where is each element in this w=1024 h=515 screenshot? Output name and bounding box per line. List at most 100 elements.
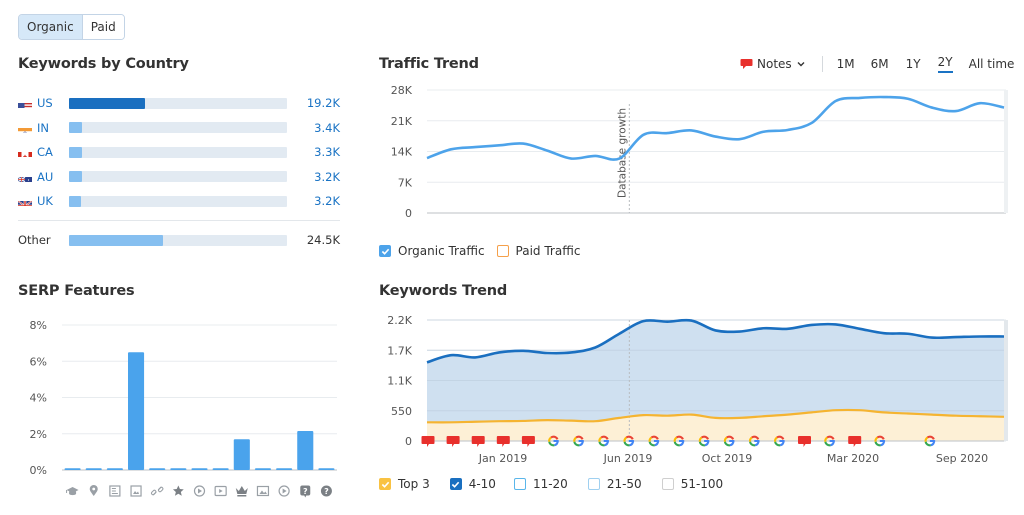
google-update-marker-icon[interactable]: [548, 435, 559, 447]
country-row-au[interactable]: AU 3.2K: [18, 170, 340, 184]
country-value[interactable]: 19.2K: [307, 96, 340, 110]
google-update-marker-icon[interactable]: [673, 435, 685, 447]
image-pack-icon[interactable]: [130, 485, 142, 497]
legend-top-3[interactable]: Top 3: [379, 477, 430, 491]
period-1y[interactable]: 1Y: [906, 57, 921, 71]
legend-21-50[interactable]: 21-50: [587, 477, 642, 491]
serp-bar[interactable]: [254, 468, 271, 470]
serp-bar[interactable]: [318, 468, 335, 470]
legend-organic-traffic[interactable]: Organic Traffic: [379, 244, 485, 258]
legend-label: 21-50: [606, 477, 642, 491]
country-code[interactable]: CA: [37, 145, 69, 159]
map-pin-icon[interactable]: [89, 485, 98, 496]
note-marker-icon[interactable]: [446, 436, 460, 447]
serp-bar[interactable]: [106, 468, 123, 470]
graduation-cap-icon[interactable]: [66, 487, 79, 496]
serp-bar[interactable]: [191, 468, 208, 470]
traffic-trend-chart: 07K14K21K28KDatabase growth: [391, 84, 1008, 220]
serp-bar[interactable]: [212, 468, 229, 470]
note-marker-icon[interactable]: [471, 436, 485, 447]
news-icon[interactable]: [109, 485, 121, 497]
y-tick-label: 2.2K: [387, 314, 412, 327]
legend-paid-traffic[interactable]: Paid Traffic: [496, 244, 580, 258]
country-value[interactable]: 3.4K: [314, 121, 340, 135]
video-icon[interactable]: [193, 485, 206, 497]
period-6m[interactable]: 6M: [871, 57, 889, 71]
star-icon[interactable]: [172, 485, 184, 496]
period-2y[interactable]: 2Y: [937, 55, 953, 73]
organic-traffic-line[interactable]: [426, 95, 1005, 161]
ca-flag-icon: [18, 147, 32, 157]
country-code[interactable]: UK: [37, 194, 69, 208]
y-tick-label: 6%: [30, 355, 47, 368]
country-row-other[interactable]: Other 24.5K: [18, 233, 340, 247]
checkbox-unchecked-icon[interactable]: [513, 478, 526, 490]
country-row-ca[interactable]: CA 3.3K: [18, 145, 340, 159]
note-marker-icon[interactable]: [421, 436, 435, 447]
google-update-marker-icon[interactable]: [723, 435, 735, 447]
country-bar: [69, 171, 287, 182]
note-marker-icon[interactable]: [798, 436, 811, 447]
country-value[interactable]: 3.2K: [314, 194, 340, 208]
note-marker-icon[interactable]: [848, 436, 862, 447]
checkbox-unchecked-icon[interactable]: [496, 245, 509, 257]
organic-tab[interactable]: Organic: [19, 15, 83, 39]
legend-4-10[interactable]: 4-10: [449, 477, 496, 491]
country-row-in[interactable]: IN 3.4K: [18, 121, 340, 135]
faq-icon[interactable]: ?: [300, 485, 311, 498]
image-icon[interactable]: [256, 485, 270, 497]
country-code[interactable]: US: [37, 96, 69, 110]
country-row-uk[interactable]: UK 3.2K: [18, 194, 340, 208]
question-icon[interactable]: ?: [320, 485, 332, 497]
checkbox-checked-icon[interactable]: [449, 478, 462, 490]
checkbox-unchecked-icon[interactable]: [587, 478, 600, 490]
traffic-legend: Organic Traffic Paid Traffic: [379, 244, 580, 258]
serp-bar[interactable]: [128, 352, 145, 470]
google-update-marker-icon[interactable]: [774, 435, 785, 447]
y-tick-label: 28K: [391, 84, 413, 97]
serp-bar[interactable]: [297, 431, 314, 470]
serp-bar[interactable]: [170, 468, 187, 470]
x-tick-label: Jun 2019: [603, 452, 653, 465]
serp-bar[interactable]: [233, 439, 250, 470]
keywords-by-country-title: Keywords by Country: [18, 56, 189, 72]
country-bar: [69, 146, 287, 158]
google-update-marker-icon[interactable]: [924, 435, 936, 447]
play-icon[interactable]: [278, 485, 290, 497]
legend-51-100[interactable]: 51-100: [661, 477, 723, 491]
link-icon[interactable]: [150, 486, 164, 496]
country-row-us[interactable]: US 19.2K: [18, 96, 340, 110]
country-code[interactable]: IN: [37, 121, 69, 135]
country-bar-fill: [69, 234, 163, 246]
serp-bar[interactable]: [276, 468, 293, 470]
chart-scroll-edge: [1004, 320, 1008, 441]
svg-text:?: ?: [303, 487, 308, 496]
chevron-down-icon: [797, 62, 805, 67]
notes-dropdown[interactable]: Notes: [740, 57, 806, 71]
crown-icon[interactable]: [235, 486, 248, 497]
serp-bar[interactable]: [85, 468, 102, 470]
checkbox-unchecked-icon[interactable]: [661, 478, 674, 490]
google-update-marker-icon[interactable]: [874, 435, 886, 447]
period-1m[interactable]: 1M: [837, 57, 855, 71]
serp-bar[interactable]: [149, 468, 166, 470]
note-marker-icon[interactable]: [496, 436, 510, 447]
note-marker-icon[interactable]: [521, 436, 535, 447]
checkbox-checked-icon[interactable]: [379, 478, 391, 490]
checkbox-checked-icon[interactable]: [379, 245, 391, 257]
keywords-trend-title: Keywords Trend: [379, 283, 508, 299]
serp-bar[interactable]: [64, 468, 81, 470]
svg-text:?: ?: [324, 487, 329, 496]
legend-11-20[interactable]: 11-20: [513, 477, 568, 491]
country-value[interactable]: 3.3K: [314, 145, 340, 159]
google-update-marker-icon[interactable]: [648, 435, 660, 447]
y-tick-label: 4%: [30, 392, 47, 405]
paid-tab[interactable]: Paid: [82, 15, 124, 39]
period-all-time[interactable]: All time: [969, 57, 1015, 71]
video-carousel-icon[interactable]: [214, 485, 227, 497]
google-update-marker-icon[interactable]: [623, 435, 635, 447]
us-flag-icon: [18, 98, 32, 108]
country-code[interactable]: AU: [37, 170, 69, 184]
google-update-marker-icon[interactable]: [748, 435, 760, 447]
country-value[interactable]: 3.2K: [314, 170, 340, 184]
